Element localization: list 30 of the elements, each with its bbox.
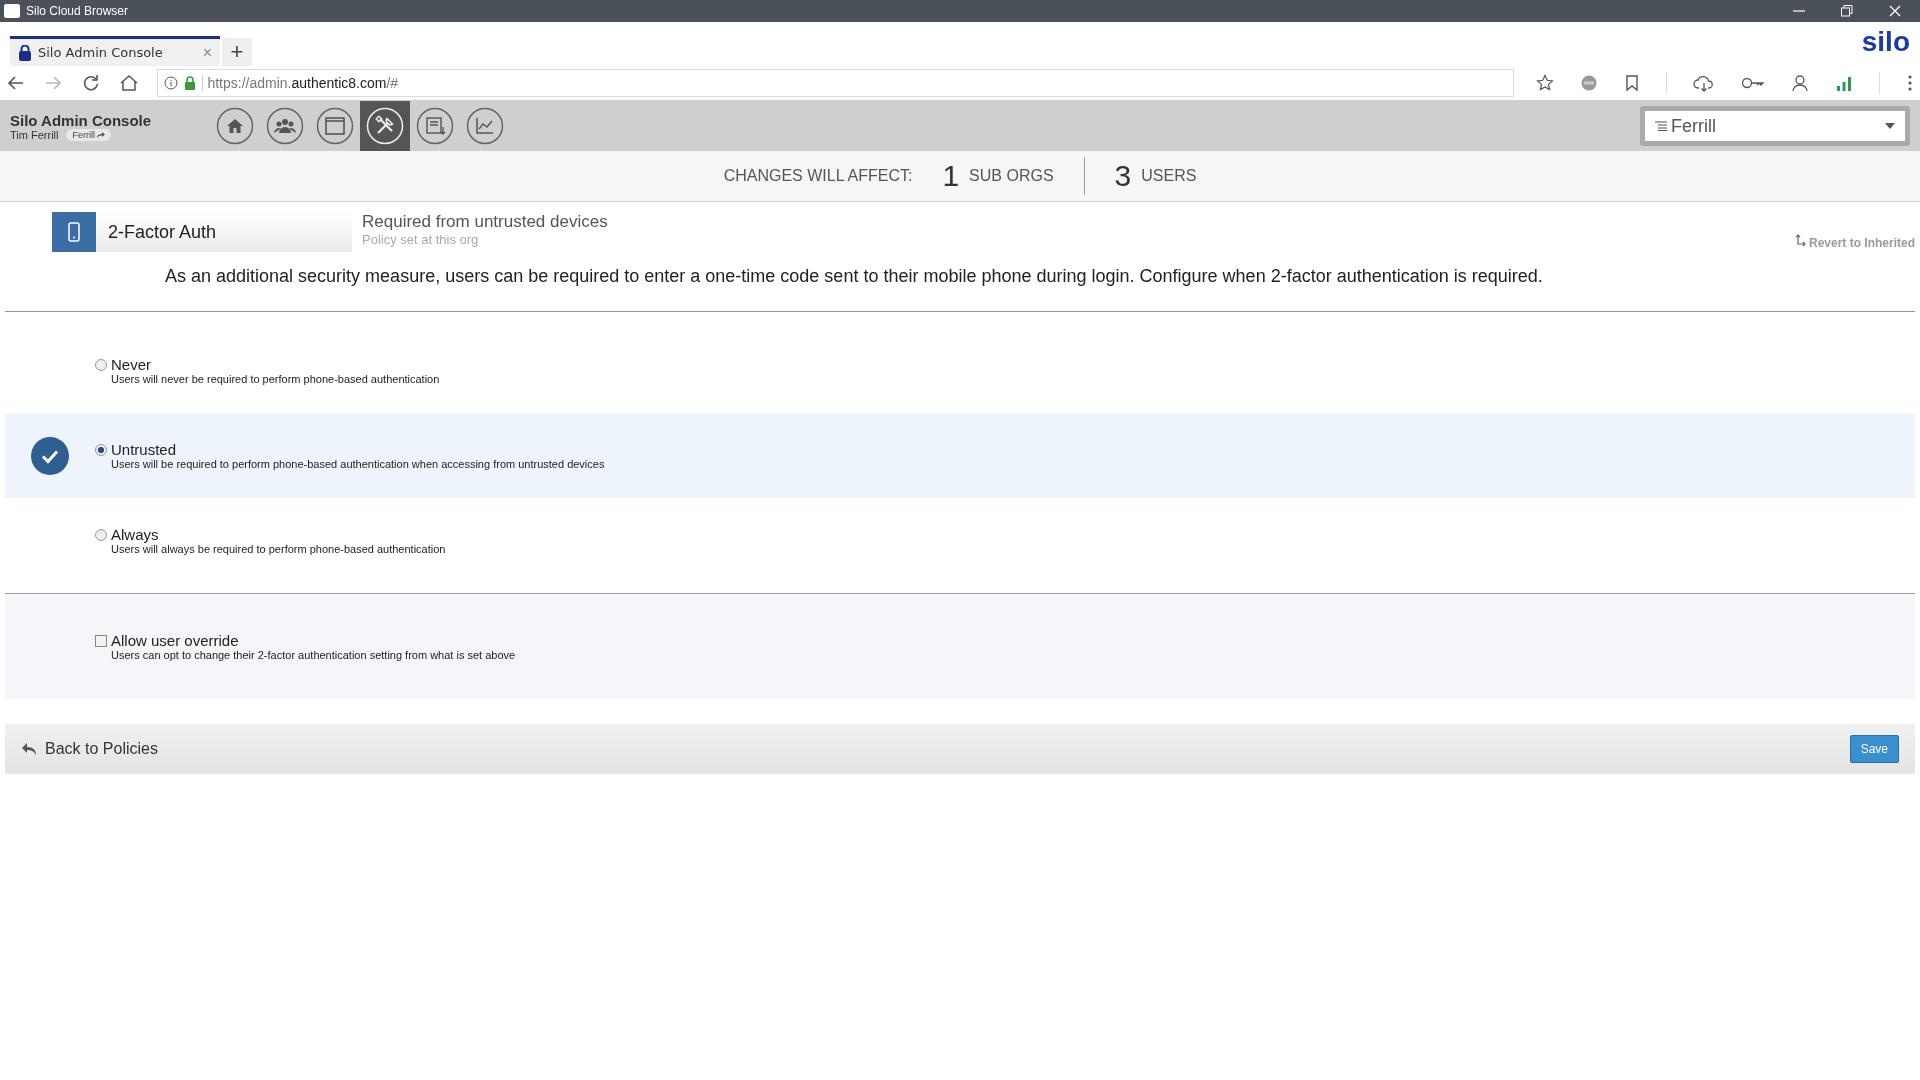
option-description: Users will never be required to perform phone-based authentication: [111, 373, 440, 385]
address-field[interactable]: https://admin.authentic8.com/#: [157, 69, 1514, 97]
option-row[interactable]: Untrusted Users will be required to perform phone-based authentication when accessing from untrusted devices: [5, 413, 1915, 498]
option-description: Users will be required to perform phone-based authentication when accessing from untrusted devices: [111, 458, 605, 470]
count-label: SUB ORGS: [969, 167, 1054, 185]
policy-name-badge: 2-Factor Auth: [52, 212, 352, 252]
count-label: USERS: [1141, 167, 1197, 185]
brand-logo: silo: [1861, 26, 1910, 58]
user-name: Tim Ferrill: [10, 128, 59, 141]
count-number: 1: [942, 159, 960, 193]
policy-value: Required from untrusted devices: [362, 212, 608, 232]
option-description: Users will always be required to perform phone-based authentication: [111, 543, 446, 555]
affect-label: CHANGES WILL AFFECT:: [723, 167, 913, 185]
option-label: Untrusted: [111, 441, 178, 458]
new-tab-button[interactable]: +: [222, 38, 252, 66]
console-title: Silo Admin Console: [10, 111, 153, 129]
window-title: Silo Cloud Browser: [26, 4, 129, 18]
option-row[interactable]: Always Users will always be required to perform phone-based authentication: [5, 498, 1915, 583]
org-select[interactable]: Ferrill: [1640, 106, 1910, 146]
option-description: Users can opt to change their 2-factor authentication setting from what is set above: [111, 649, 516, 661]
option-label: Allow user override: [111, 632, 240, 649]
org-switch-button[interactable]: Ferrill: [66, 128, 112, 141]
option-row[interactable]: Never Users will never be required to perform phone-based authentication: [5, 328, 1915, 413]
count-number: 3: [1114, 159, 1132, 193]
policy-source: Policy set at this org: [362, 232, 480, 247]
policy-description: As an additional security measure, users can be required to enter a one-time code sent to their mobile phone during login. Configure when 2-factor authentication is required.: [5, 266, 1915, 312]
option-label: Always: [111, 526, 160, 543]
back-link[interactable]: Back to Policies: [21, 740, 158, 758]
browser-tab[interactable]: Silo Admin Console ×: [10, 36, 220, 66]
option-label: Never: [111, 356, 152, 373]
